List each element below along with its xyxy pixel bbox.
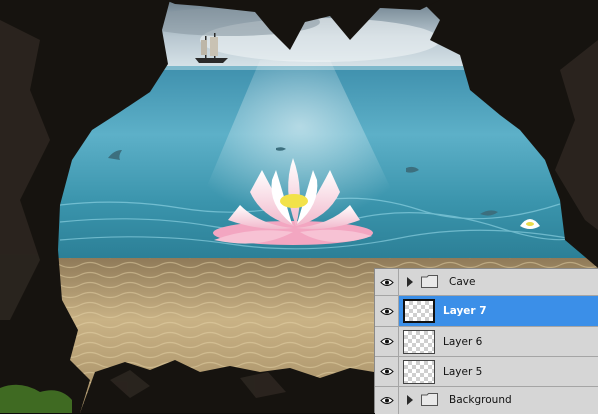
folder-icon — [421, 393, 438, 406]
eye-icon[interactable] — [375, 296, 399, 326]
layer-row-layer-5[interactable]: Layer 5 — [375, 357, 598, 387]
eye-icon[interactable] — [375, 327, 399, 356]
eye-icon[interactable] — [375, 269, 399, 295]
layer-row-layer-7[interactable]: Layer 7 — [375, 296, 598, 327]
triangle-right-icon[interactable] — [406, 276, 414, 288]
triangle-right-icon[interactable] — [406, 394, 414, 406]
layer-thumbnail — [403, 330, 435, 354]
layer-name: Layer 5 — [443, 366, 483, 378]
layer-name: Layer 6 — [443, 336, 483, 348]
layer-name: Layer 7 — [443, 305, 487, 317]
layer-name: Background — [449, 394, 512, 406]
layers-panel: Cave Layer 7 Layer 6 Layer 5 Background — [374, 268, 598, 414]
folder-icon — [421, 275, 438, 288]
layer-thumbnail — [403, 299, 435, 323]
layer-row-layer-6[interactable]: Layer 6 — [375, 327, 598, 357]
layer-thumbnail — [403, 360, 435, 384]
layer-row-background[interactable]: Background — [375, 387, 598, 414]
layer-name: Cave — [449, 276, 476, 288]
eye-icon[interactable] — [375, 357, 399, 386]
eye-icon[interactable] — [375, 387, 399, 414]
layer-row-cave[interactable]: Cave — [375, 269, 598, 296]
